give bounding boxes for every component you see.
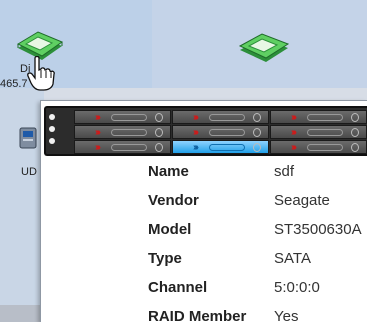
disk-details: Name sdf Vendor Seagate Model ST3500630A… — [148, 163, 362, 322]
detail-key: RAID Member — [148, 308, 247, 322]
detail-key: Channel — [148, 279, 208, 296]
detail-row: Channel 5:0:0:0 — [148, 279, 362, 308]
detail-key: Type — [148, 250, 182, 267]
detail-row: Vendor Seagate — [148, 192, 362, 221]
device-label: UD — [21, 166, 37, 178]
drive-bay[interactable]: ››› — [172, 125, 269, 139]
detail-value: Yes — [274, 308, 299, 322]
enclosure-graphic: ››› ››› ››› ››› ››› ››› ››› ››› ››› — [44, 106, 367, 156]
detail-row: Name sdf — [148, 163, 362, 192]
drive-bay[interactable]: ››› — [270, 110, 367, 124]
detail-row: Model ST3500630A — [148, 221, 362, 250]
detail-value: Seagate — [274, 192, 330, 209]
detail-row: RAID Member Yes — [148, 308, 362, 322]
drive-bay[interactable]: ››› — [74, 110, 171, 124]
drive-bay-selected[interactable]: ››› — [172, 140, 269, 154]
drive-bay[interactable]: ››› — [172, 110, 269, 124]
bay-row: ››› ››› ››› — [74, 125, 367, 139]
storage-canvas: Di 465.7 UD ››› ››› ››› ››› ››› ››› ››› … — [0, 0, 367, 322]
disk-icon[interactable] — [236, 32, 292, 71]
detail-value: SATA — [274, 250, 311, 267]
drive-bay[interactable]: ››› — [270, 140, 367, 154]
detail-key: Name — [148, 163, 189, 180]
bay-row: ››› ››› ››› — [74, 140, 367, 154]
drive-bay[interactable]: ››› — [74, 140, 171, 154]
detail-row: Type SATA — [148, 250, 362, 279]
usb-device-icon[interactable] — [16, 125, 42, 151]
detail-value: sdf — [274, 163, 295, 180]
rack-ear — [49, 114, 55, 150]
detail-key: Model — [148, 221, 192, 238]
bay-row: ››› ››› ››› — [74, 110, 367, 124]
bottom-strip — [0, 305, 44, 322]
disk-size-label: 465.7 — [0, 78, 28, 90]
hand-cursor-icon — [26, 55, 56, 92]
detail-key: Vendor — [148, 192, 199, 209]
detail-value: ST3500630A — [274, 221, 362, 238]
left-strip — [0, 88, 44, 322]
bay-grid: ››› ››› ››› ››› ››› ››› ››› ››› ››› — [74, 110, 367, 155]
drive-bay[interactable]: ››› — [74, 125, 171, 139]
drive-bay[interactable]: ››› — [270, 125, 367, 139]
detail-value: 5:0:0:0 — [274, 279, 320, 296]
